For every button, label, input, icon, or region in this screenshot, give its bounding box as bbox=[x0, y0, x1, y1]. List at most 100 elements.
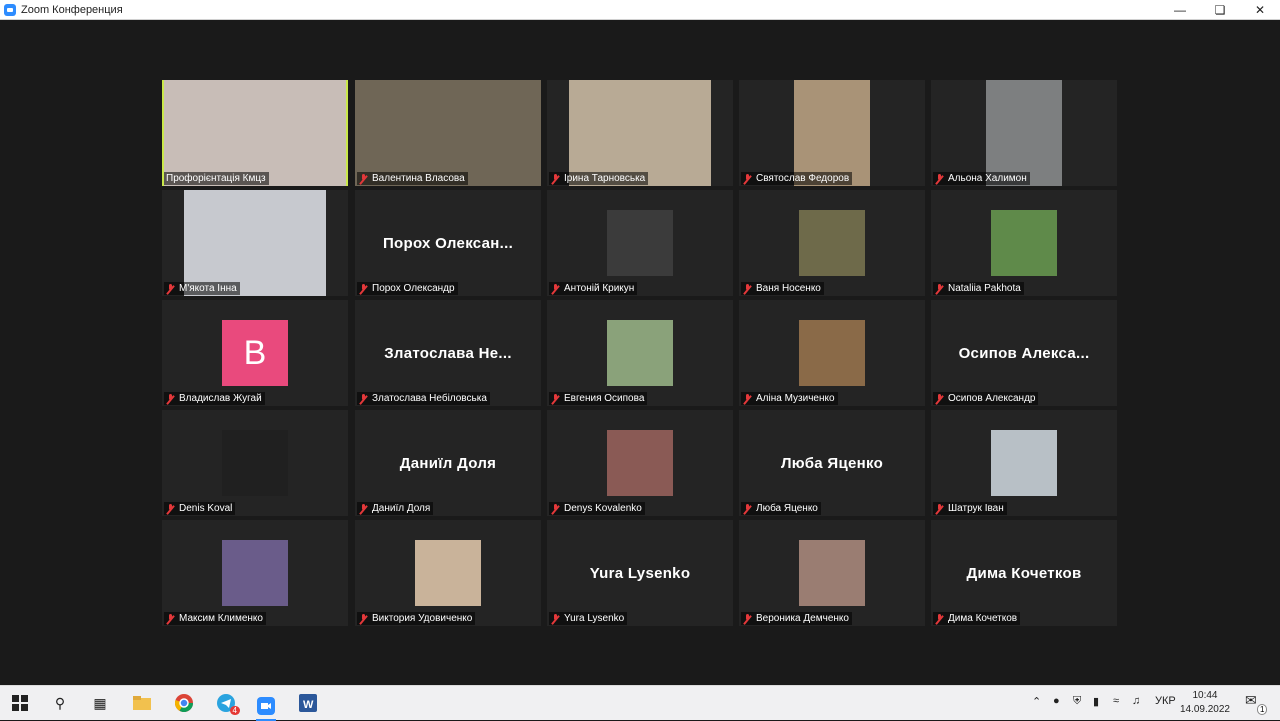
participant-tile[interactable]: Вероника Демченко bbox=[739, 520, 925, 626]
participant-tile[interactable]: Yura Lysenko Yura Lysenko bbox=[547, 520, 733, 626]
chrome-icon[interactable] bbox=[174, 693, 194, 713]
muted-mic-icon bbox=[166, 283, 175, 294]
windows-start-icon[interactable] bbox=[10, 693, 30, 713]
participant-tile[interactable]: Профорієнтація Кмцз bbox=[162, 80, 348, 186]
participant-name-label: Антоній Крикун bbox=[549, 282, 638, 295]
zoom-taskbar-icon[interactable] bbox=[256, 693, 276, 721]
participant-tile[interactable]: Ірина Тарновська bbox=[547, 80, 733, 186]
volume-icon[interactable]: ♫ bbox=[1132, 695, 1140, 707]
shield-icon[interactable]: ⛨ bbox=[1073, 695, 1081, 708]
participant-name: Вероника Демченко bbox=[756, 613, 849, 624]
avatar bbox=[991, 210, 1057, 276]
battery-icon[interactable]: ▮ bbox=[1093, 695, 1099, 708]
muted-mic-icon bbox=[935, 283, 944, 294]
participant-tile[interactable]: Аліна Музиченко bbox=[739, 300, 925, 406]
participant-tile[interactable]: B Владислав Жугай bbox=[162, 300, 348, 406]
participant-tile[interactable]: Порох Олексан... Порох Олександр bbox=[355, 190, 541, 296]
participant-tile[interactable]: Альона Халимон bbox=[931, 80, 1117, 186]
participant-name-label: Denys Kovalenko bbox=[549, 502, 645, 515]
participant-name: Ірина Тарновська bbox=[564, 173, 646, 184]
task-view-icon[interactable]: ▦ bbox=[90, 693, 110, 713]
participant-name: Nataliia Pakhota bbox=[948, 283, 1021, 294]
muted-mic-icon bbox=[551, 613, 560, 624]
participant-tile[interactable]: Даниїл Доля Даниїл Доля bbox=[355, 410, 541, 516]
microphone-icon[interactable]: ● bbox=[1053, 695, 1060, 707]
participant-tile[interactable]: Nataliia Pakhota bbox=[931, 190, 1117, 296]
avatar bbox=[991, 430, 1057, 496]
participant-name: Аліна Музиченко bbox=[756, 393, 835, 404]
participant-tile[interactable]: Denis Koval bbox=[162, 410, 348, 516]
muted-mic-icon bbox=[359, 503, 368, 514]
participant-video bbox=[355, 80, 541, 186]
participant-name-label: Порох Олександр bbox=[357, 282, 458, 295]
participant-name: Шатрук Іван bbox=[948, 503, 1004, 514]
participant-tile[interactable]: Осипов Алекса... Осипов Александр bbox=[931, 300, 1117, 406]
search-icon[interactable]: ⚲ bbox=[50, 693, 70, 713]
clock[interactable]: 10:44 14.09.2022 bbox=[1180, 689, 1230, 717]
muted-mic-icon bbox=[935, 173, 944, 184]
restore-button[interactable]: ❏ bbox=[1200, 0, 1240, 19]
clock-time: 10:44 bbox=[1192, 690, 1218, 701]
participant-name-label: Альона Халимон bbox=[933, 172, 1030, 185]
participant-name: Профорієнтація Кмцз bbox=[166, 173, 266, 184]
participant-tile[interactable]: М'якота Інна bbox=[162, 190, 348, 296]
wifi-icon[interactable]: ≈ bbox=[1113, 695, 1119, 707]
participant-name-label: Ірина Тарновська bbox=[549, 172, 649, 185]
participant-name: М'якота Інна bbox=[179, 283, 237, 294]
word-icon[interactable]: W bbox=[298, 693, 318, 713]
participant-name: Осипов Александр bbox=[948, 393, 1036, 404]
muted-mic-icon bbox=[166, 393, 175, 404]
window-title: Zoom Конференция bbox=[21, 3, 123, 16]
muted-mic-icon bbox=[743, 503, 752, 514]
muted-mic-icon bbox=[551, 173, 560, 184]
minimize-button[interactable]: — bbox=[1160, 0, 1200, 19]
muted-mic-icon bbox=[743, 613, 752, 624]
participant-name-label: Святослав Федоров bbox=[741, 172, 853, 185]
participant-name-label: Профорієнтація Кмцз bbox=[164, 172, 269, 185]
chevron-up-icon[interactable]: ⌃ bbox=[1032, 695, 1041, 708]
notifications-icon[interactable]: ✉ bbox=[1245, 692, 1257, 709]
avatar bbox=[415, 540, 481, 606]
avatar bbox=[799, 540, 865, 606]
participant-tile[interactable]: Антоній Крикун bbox=[547, 190, 733, 296]
participant-name-label: Максим Клименко bbox=[164, 612, 266, 625]
participant-tile[interactable]: Максим Клименко bbox=[162, 520, 348, 626]
participant-name: Yura Lysenko bbox=[564, 613, 625, 624]
participant-name-label: Валентина Власова bbox=[357, 172, 468, 185]
participant-tile[interactable]: Ваня Носенко bbox=[739, 190, 925, 296]
notification-count: 1 bbox=[1257, 704, 1268, 715]
participant-tile[interactable]: Дима Кочетков Дима Кочетков bbox=[931, 520, 1117, 626]
participant-name-label: Осипов Александр bbox=[933, 392, 1039, 405]
participant-tile[interactable]: Святослав Федоров bbox=[739, 80, 925, 186]
participant-tile[interactable]: Евгения Осипова bbox=[547, 300, 733, 406]
participant-name-label: Ваня Носенко bbox=[741, 282, 824, 295]
participant-name-label: Даниїл Доля bbox=[357, 502, 434, 515]
title-bar: Zoom Конференция — ❏ ✕ bbox=[0, 0, 1280, 20]
muted-mic-icon bbox=[743, 283, 752, 294]
participant-tile[interactable]: Люба Яценко Люба Яценко bbox=[739, 410, 925, 516]
close-button[interactable]: ✕ bbox=[1240, 0, 1280, 19]
muted-mic-icon bbox=[166, 613, 175, 624]
participant-name-label: Denis Koval bbox=[164, 502, 236, 515]
participant-tile[interactable]: Златослава Не... Златослава Небіловська bbox=[355, 300, 541, 406]
language-indicator[interactable]: УКР bbox=[1155, 695, 1176, 707]
participant-name: Порох Олександр bbox=[372, 283, 455, 294]
file-explorer-icon[interactable] bbox=[132, 693, 152, 713]
participant-tile[interactable]: Denys Kovalenko bbox=[547, 410, 733, 516]
participant-video bbox=[184, 190, 326, 296]
avatar bbox=[607, 430, 673, 496]
participant-name-label: Yura Lysenko bbox=[549, 612, 628, 625]
telegram-icon[interactable]: 4 bbox=[216, 693, 240, 715]
participant-tile[interactable]: Шатрук Іван bbox=[931, 410, 1117, 516]
muted-mic-icon bbox=[359, 613, 368, 624]
participant-name-label: Аліна Музиченко bbox=[741, 392, 838, 405]
participant-name: Альона Халимон bbox=[948, 173, 1027, 184]
participant-name-label: М'якота Інна bbox=[164, 282, 240, 295]
participant-name: Владислав Жугай bbox=[179, 393, 262, 404]
muted-mic-icon bbox=[359, 283, 368, 294]
participant-name: Евгения Осипова bbox=[564, 393, 645, 404]
gallery-view: Профорієнтація Кмцз Валентина Власова Ірин… bbox=[0, 20, 1280, 686]
participant-tile[interactable]: Виктория Удовиченко bbox=[355, 520, 541, 626]
muted-mic-icon bbox=[551, 283, 560, 294]
participant-tile[interactable]: Валентина Власова bbox=[355, 80, 541, 186]
